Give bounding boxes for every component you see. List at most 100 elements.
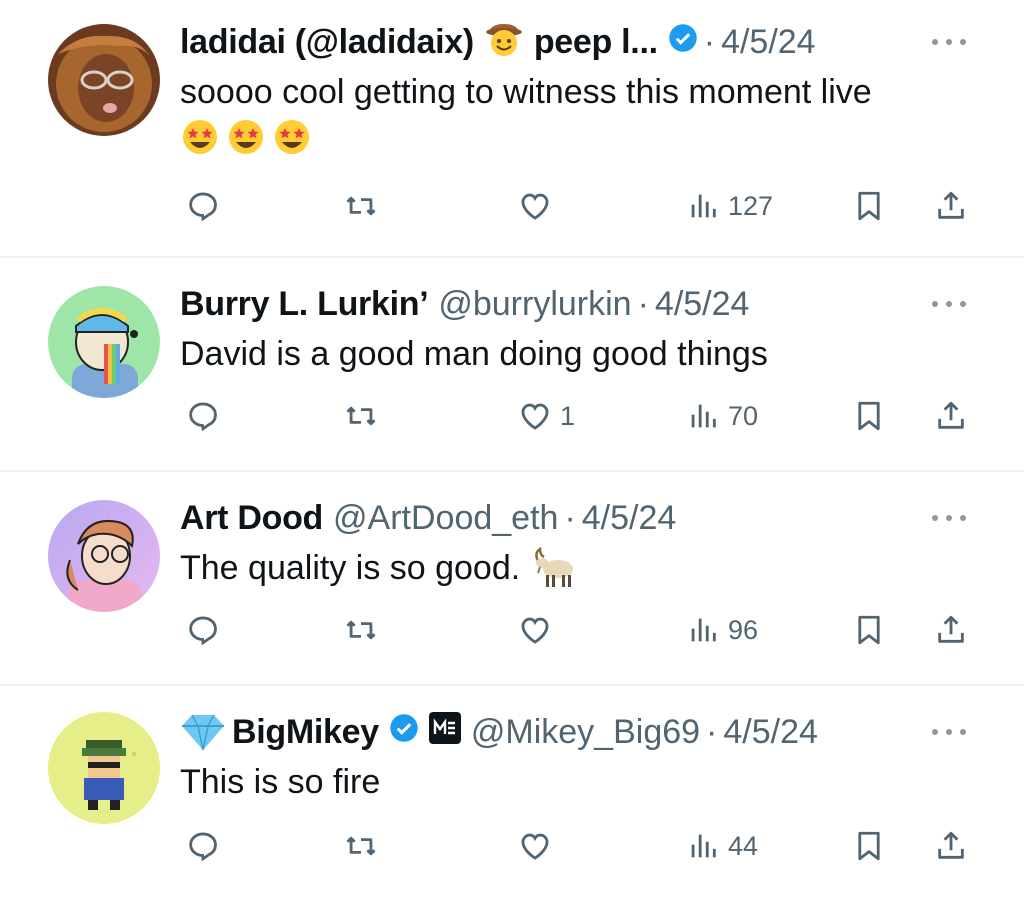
tweet-date[interactable]: 4/5/24 [655,285,750,324]
tweet-date[interactable]: 4/5/24 [582,499,677,538]
like-button[interactable] [518,606,560,654]
star-struck-icon [275,120,309,154]
like-button[interactable]: 1 [518,392,575,440]
star-struck-icon [183,120,217,154]
tweet[interactable]: ladidai (@ladidaix) peep l... · 4/5/24 s… [0,0,1024,256]
reply-icon [189,832,217,862]
views-icon [691,834,716,858]
share-button[interactable] [934,182,968,230]
display-name[interactable]: Burry L. Lurkin’ [180,285,429,324]
tweet-text-line: The quality is so good. [180,549,521,587]
display-name-suffix[interactable]: peep l... [534,23,658,62]
views-button[interactable]: 127 [686,182,773,230]
affiliate-logo-icon [428,711,461,753]
star-struck-icon [229,120,263,154]
view-count: 96 [728,614,759,645]
like-button[interactable] [518,182,560,230]
display-name[interactable]: ladidai (@ladidaix) [180,23,474,62]
tweet-actions: 127 [0,182,1024,230]
goat-icon [535,547,574,587]
tweet[interactable]: BigMikey @Mikey_Big69 · 4/5/24 This is s… [0,686,1024,899]
tweet-date[interactable]: 4/5/24 [721,23,816,62]
user-handle[interactable]: @Mikey_Big69 [471,713,700,752]
tweet[interactable]: Art Dood @ArtDood_eth · 4/5/24 The quali… [0,472,1024,684]
avatar[interactable] [48,500,160,612]
retweet-icon [346,836,376,856]
reply-button[interactable] [186,182,228,230]
more-icon[interactable] [932,508,966,528]
tweet-header: ladidai (@ladidaix) peep l... · 4/5/24 [180,20,816,64]
heart-icon [521,617,549,644]
retweet-icon [346,406,376,426]
retweet-button[interactable] [344,392,378,440]
tweet-header: Burry L. Lurkin’ @burrylurkin · 4/5/24 [180,282,749,326]
tweet-text: This is so fire [180,763,381,801]
avatar[interactable] [48,24,160,136]
bookmark-button[interactable] [852,822,886,870]
views-button[interactable]: 96 [686,606,758,654]
reply-icon [189,616,217,646]
diamond-icon [182,714,224,751]
tweet-text-line: soooo cool getting to witness this momen… [180,73,872,111]
heart-icon [521,193,549,220]
like-count: 1 [560,400,576,431]
more-icon[interactable] [932,294,966,314]
tweet-header: Art Dood @ArtDood_eth · 4/5/24 [180,496,676,540]
verified-badge-icon [389,713,419,752]
views-icon [691,194,716,218]
more-icon[interactable] [932,32,966,52]
tweet-text: David is a good man doing good things [180,335,768,373]
tweet-text: The quality is so good. [180,546,578,590]
reply-button[interactable] [186,392,228,440]
views-icon [691,404,716,428]
star-struck-emojis [180,116,872,156]
bookmark-button[interactable] [852,182,886,230]
share-button[interactable] [934,606,968,654]
tweet-actions: 96 [0,606,1024,654]
retweet-icon [346,196,376,216]
retweet-button[interactable] [344,182,378,230]
heart-icon [521,833,549,860]
view-count: 44 [728,830,759,861]
bookmark-icon [858,831,880,861]
views-button[interactable]: 44 [686,822,758,870]
views-button[interactable]: 70 [686,392,758,440]
tweet[interactable]: Burry L. Lurkin’ @burrylurkin · 4/5/24 D… [0,258,1024,470]
tweet-actions: 1 70 [0,392,1024,440]
separator: · [703,22,716,61]
avatar[interactable] [48,286,160,398]
cowboy-face-icon [484,18,524,67]
share-icon [938,191,964,219]
bookmark-button[interactable] [852,606,886,654]
share-icon [938,401,964,429]
more-icon[interactable] [932,722,966,742]
like-button[interactable] [518,822,560,870]
retweet-icon [346,620,376,640]
view-count: 127 [728,190,774,221]
bookmark-icon [858,191,880,221]
display-name[interactable]: BigMikey [232,713,379,752]
share-button[interactable] [934,392,968,440]
display-name[interactable]: Art Dood [180,499,323,538]
tweet-actions: 44 [0,822,1024,870]
tweet-header: BigMikey @Mikey_Big69 · 4/5/24 [180,710,818,754]
reply-icon [189,192,217,222]
user-handle[interactable]: @burrylurkin [438,285,631,324]
reply-icon [189,402,217,432]
heart-icon [521,403,549,430]
user-handle[interactable]: @ArtDood_eth [333,499,558,538]
separator: · [637,284,649,323]
reply-button[interactable] [186,606,228,654]
bookmark-button[interactable] [852,392,886,440]
separator: · [564,498,576,537]
avatar[interactable] [48,712,160,824]
view-count: 70 [728,400,759,431]
share-icon [938,831,964,859]
retweet-button[interactable] [344,822,378,870]
tweet-date[interactable]: 4/5/24 [723,713,818,752]
separator: · [706,712,718,751]
reply-button[interactable] [186,822,228,870]
share-button[interactable] [934,822,968,870]
views-icon [691,618,716,642]
retweet-button[interactable] [344,606,378,654]
